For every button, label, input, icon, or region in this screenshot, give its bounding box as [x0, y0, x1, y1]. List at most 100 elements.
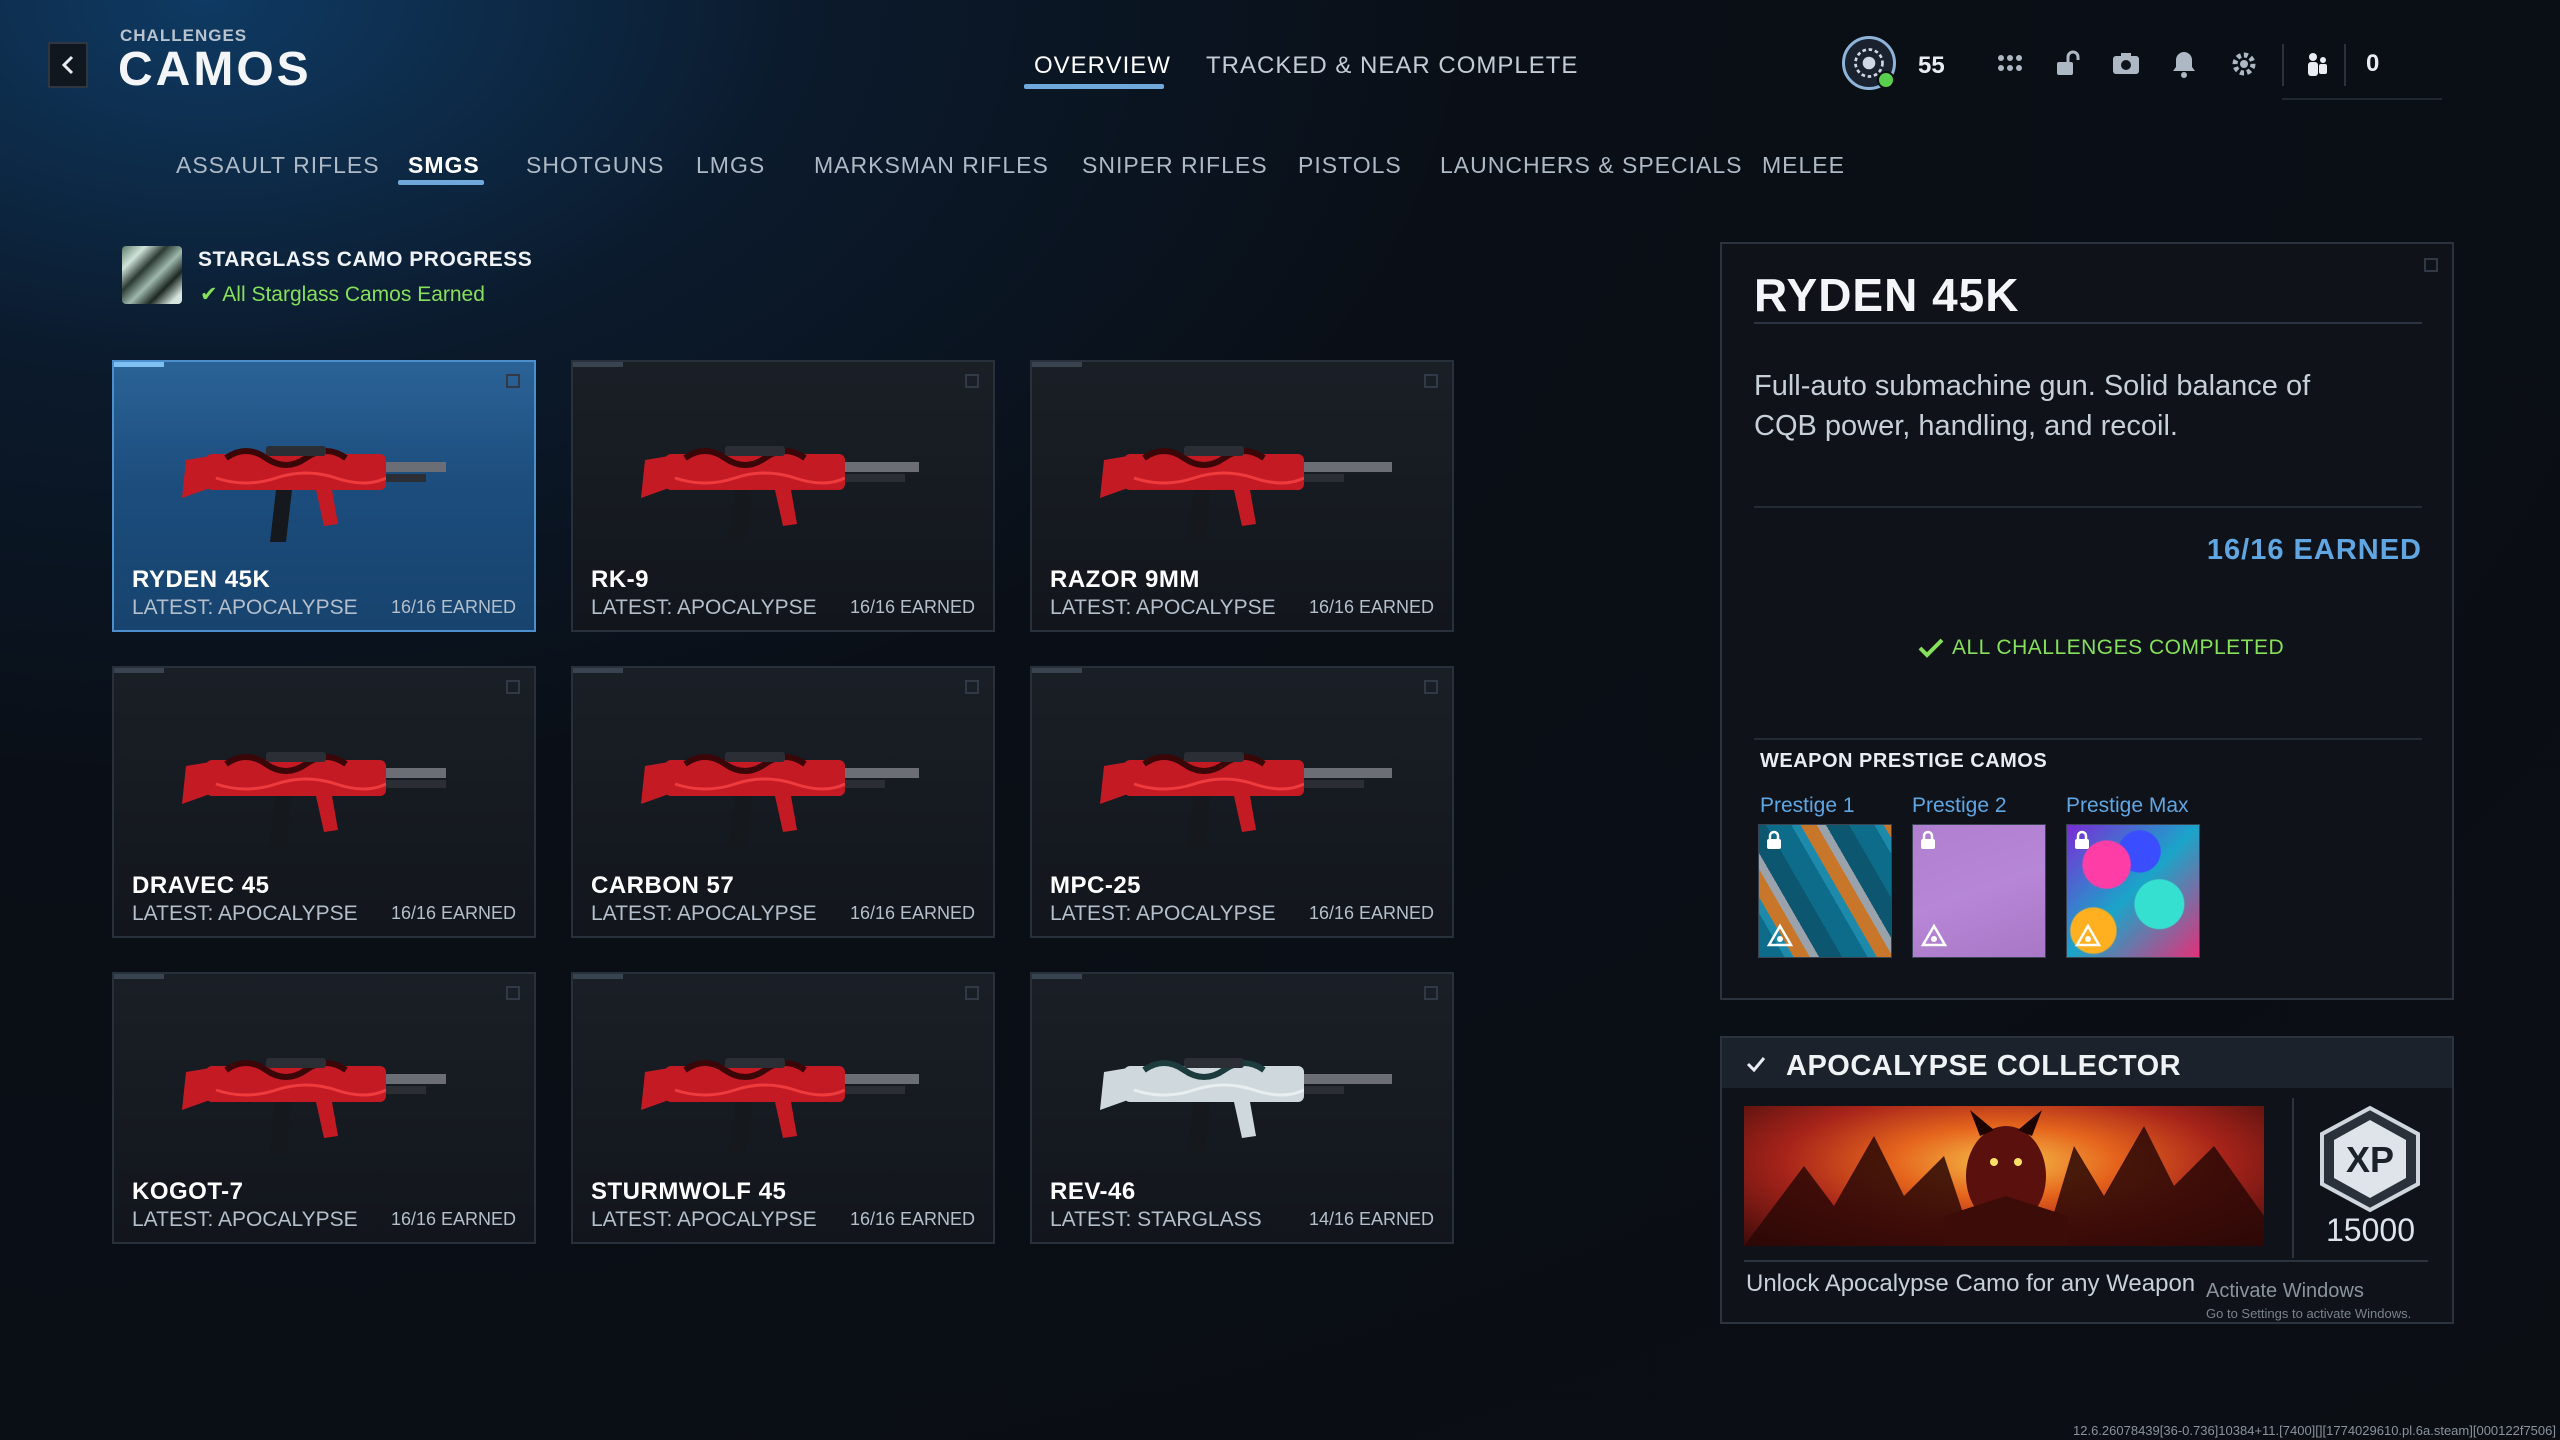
- category-tab-assault-rifles[interactable]: ASSAULT RIFLES: [176, 152, 380, 179]
- weapon-earned-count: 14/16 EARNED: [1308, 1209, 1434, 1229]
- category-tab-melee[interactable]: MELEE: [1762, 152, 1845, 179]
- build-version-string: 12.6.26078439[36-0.736]10384+11.[7400][]…: [2073, 1423, 2556, 1438]
- weapon-latest-camo: LATEST: APOCALYPSE: [591, 596, 817, 619]
- prestige-camos-heading: WEAPON PRESTIGE CAMOS: [1760, 750, 2048, 772]
- weapon-image: [182, 752, 446, 848]
- weapon-latest-camo: LATEST: APOCALYPSE: [132, 902, 358, 925]
- unlock-icon: [2057, 50, 2080, 75]
- weapon-earned-count: 16/16 EARNED: [1308, 597, 1434, 617]
- weapon-card[interactable]: KOGOT-7 LATEST: APOCALYPSE 16/16 EARNED: [112, 972, 536, 1244]
- prestige-max-label: Prestige Max: [2066, 794, 2189, 817]
- checkmark-icon: [1746, 1057, 1766, 1073]
- weapon-latest-camo: LATEST: APOCALYPSE: [132, 596, 358, 619]
- weapon-image: [1100, 446, 1392, 542]
- store-button[interactable]: [2050, 46, 2086, 82]
- challenges-status-text: ALL CHALLENGES COMPLETED: [1952, 636, 2285, 659]
- player-level: 55: [1918, 52, 1945, 79]
- category-tab-smgs[interactable]: SMGS: [408, 152, 480, 179]
- apocalypse-demon-art: [1744, 1110, 2264, 1246]
- card-progress-tick: [114, 668, 164, 673]
- lock-icon: [1767, 830, 1781, 849]
- weapon-card[interactable]: RK-9 LATEST: APOCALYPSE 16/16 EARNED: [571, 360, 995, 632]
- collector-artwork: [1744, 1106, 2264, 1246]
- weapon-image: [641, 446, 919, 542]
- category-tab-lmgs[interactable]: LMGS: [696, 152, 765, 179]
- online-status-dot: [1877, 71, 1895, 89]
- weapon-name: RAZOR 9MM: [1050, 566, 1200, 593]
- weapon-earned-count: 16/16 EARNED: [1308, 903, 1434, 923]
- xp-reward-icon: XP: [2320, 1105, 2420, 1213]
- weapon-image: [641, 752, 919, 848]
- weapon-card[interactable]: RAZOR 9MM LATEST: APOCALYPSE 16/16 EARNED: [1030, 360, 1454, 632]
- weapon-name: MPC-25: [1050, 872, 1142, 899]
- prestige-2-camo[interactable]: [1912, 824, 2046, 958]
- card-progress-tick: [573, 362, 623, 367]
- camera-icon: [2113, 53, 2139, 74]
- tab-overview[interactable]: OVERVIEW: [1034, 52, 1171, 80]
- starglass-progress-status: ✔ All Starglass Camos Earned: [200, 282, 485, 307]
- weapon-card[interactable]: RYDEN 45K LATEST: APOCALYPSE 16/16 EARNED: [112, 360, 536, 632]
- weapon-earned-count: 16/16 EARNED: [390, 597, 516, 617]
- weapon-image: [641, 1058, 919, 1154]
- divider: [2292, 1098, 2294, 1258]
- weapon-name: RYDEN 45K: [132, 566, 271, 593]
- back-button[interactable]: [48, 42, 88, 88]
- notifications-button[interactable]: [2166, 46, 2202, 82]
- weapon-card[interactable]: STURMWOLF 45 LATEST: APOCALYPSE 16/16 EARN…: [571, 972, 995, 1244]
- category-tab-pistols[interactable]: PISTOLS: [1298, 152, 1402, 179]
- prestige-emblem-icon: [1920, 923, 1948, 947]
- prestige-max-camo[interactable]: [2066, 824, 2200, 958]
- weapon-card[interactable]: DRAVEC 45 LATEST: APOCALYPSE 16/16 EARNED: [112, 666, 536, 938]
- card-progress-tick: [1032, 668, 1082, 673]
- weapon-name: DRAVEC 45: [132, 872, 270, 899]
- card-corner-marker: [1424, 986, 1438, 1000]
- tab-overview-underline: [1024, 84, 1164, 89]
- category-tab-launchers-specials[interactable]: LAUNCHERS & SPECIALS: [1440, 152, 1742, 179]
- weapon-name: RK-9: [591, 566, 650, 593]
- checkmark-icon: [1918, 638, 1944, 658]
- weapon-card[interactable]: MPC-25 LATEST: APOCALYPSE 16/16 EARNED: [1030, 666, 1454, 938]
- weapon-detail-title: RYDEN 45K: [1754, 269, 2020, 321]
- weapon-name: KOGOT-7: [132, 1178, 244, 1205]
- category-tab-marksman-rifles[interactable]: MARKSMAN RIFLES: [814, 152, 1049, 179]
- weapon-image: [1100, 752, 1392, 848]
- weapon-card[interactable]: CARBON 57 LATEST: APOCALYPSE 16/16 EARNED: [571, 666, 995, 938]
- card-corner-marker: [506, 680, 520, 694]
- category-tab-sniper-rifles[interactable]: SNIPER RIFLES: [1082, 152, 1268, 179]
- divider: [1754, 738, 2422, 740]
- divider: [1754, 506, 2422, 508]
- category-active-underline: [398, 180, 484, 185]
- header-divider: [2282, 44, 2284, 86]
- weapon-card[interactable]: REV-46 LATEST: STARGLASS 14/16 EARNED: [1030, 972, 1454, 1244]
- panel-corner-marker: [2424, 258, 2438, 272]
- collector-title: APOCALYPSE COLLECTOR: [1786, 1050, 2182, 1082]
- theater-button[interactable]: [2108, 46, 2144, 82]
- weapon-latest-camo: LATEST: APOCALYPSE: [1050, 596, 1276, 619]
- prestige-2-label: Prestige 2: [1912, 794, 2007, 817]
- card-progress-tick: [573, 974, 623, 979]
- settings-button[interactable]: [2226, 46, 2262, 82]
- category-tab-shotguns[interactable]: SHOTGUNS: [526, 152, 664, 179]
- player-level-badge[interactable]: [1842, 36, 1896, 90]
- starglass-status-text: All Starglass Camos Earned: [222, 283, 485, 306]
- apps-grid-button[interactable]: [1992, 46, 2028, 82]
- weapon-name: STURMWOLF 45: [591, 1178, 787, 1205]
- prestige-emblem-icon: [1766, 923, 1794, 947]
- social-button[interactable]: [2300, 46, 2336, 82]
- card-corner-marker: [965, 680, 979, 694]
- card-corner-marker: [1424, 374, 1438, 388]
- header-rule: [2282, 98, 2442, 100]
- friends-icon: [2308, 53, 2327, 76]
- lock-icon: [2075, 830, 2089, 849]
- weapon-earned-count: 16/16 EARNED: [390, 903, 516, 923]
- divider: [1744, 1260, 2428, 1262]
- card-corner-marker: [506, 374, 520, 388]
- weapon-name: CARBON 57: [591, 872, 735, 899]
- card-progress-tick: [114, 974, 164, 979]
- weapon-image: [1100, 1058, 1392, 1154]
- prestige-1-camo[interactable]: [1758, 824, 1892, 958]
- weapon-latest-camo: LATEST: APOCALYPSE: [1050, 902, 1276, 925]
- starglass-progress-title: STARGLASS CAMO PROGRESS: [198, 248, 533, 271]
- tab-tracked-near-complete[interactable]: TRACKED & NEAR COMPLETE: [1206, 52, 1578, 80]
- collector-description: Unlock Apocalypse Camo for any Weapon: [1746, 1270, 2196, 1297]
